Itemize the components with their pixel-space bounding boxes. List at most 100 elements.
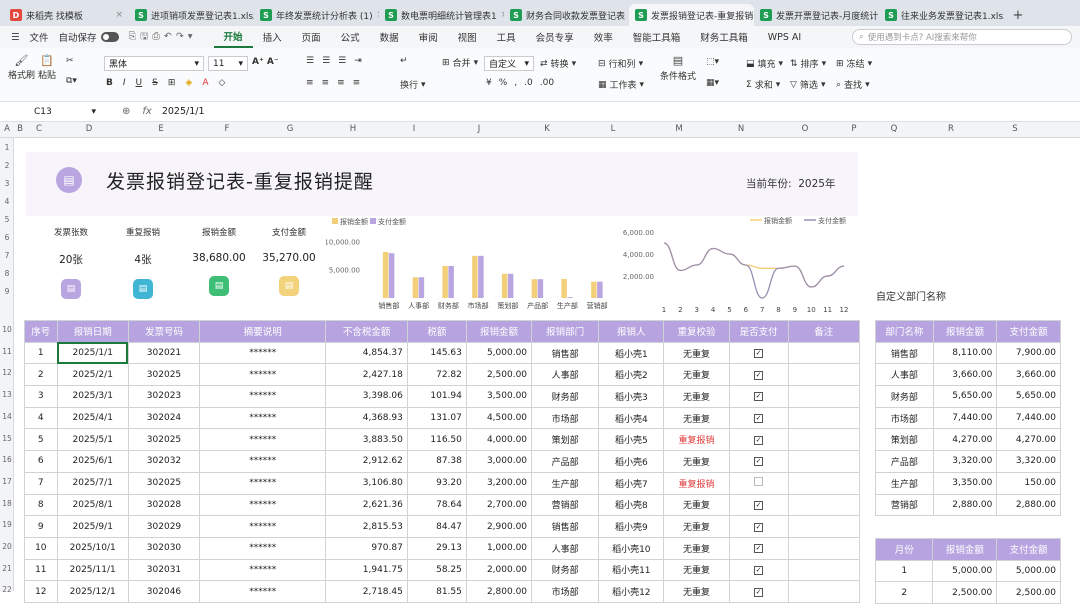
- column-header[interactable]: G: [258, 124, 322, 134]
- table-cell[interactable]: 3,660.00: [996, 363, 1061, 387]
- table-cell[interactable]: 2,500.00: [465, 363, 533, 387]
- sort-button[interactable]: ⇅ 排序 ▾: [790, 57, 826, 71]
- font-family-select[interactable]: 黑体 ▾: [104, 56, 204, 71]
- table-cell[interactable]: 1: [24, 341, 58, 365]
- number-buttons[interactable]: ¥%, .0 .00: [486, 78, 554, 88]
- find-button[interactable]: ⌕ 查找 ▾: [836, 78, 870, 92]
- table-cell[interactable]: 6: [24, 450, 58, 473]
- tab-6[interactable]: S发票报销登记表-重复报销×: [629, 4, 754, 26]
- table-cell[interactable]: 无重复: [663, 363, 730, 387]
- table-cell[interactable]: 财务部: [531, 558, 600, 582]
- column-header[interactable]: 报销金额: [932, 320, 998, 343]
- table-cell[interactable]: 2,500.00: [996, 581, 1061, 604]
- table-cell[interactable]: 市场部: [531, 406, 600, 430]
- table-cell[interactable]: 无重复: [663, 406, 730, 430]
- table-cell[interactable]: 131.07: [406, 406, 467, 430]
- paste-button[interactable]: 📋 粘贴: [38, 54, 56, 81]
- table-cell[interactable]: ******: [199, 536, 327, 560]
- decimal-icon[interactable]: .0: [524, 78, 533, 88]
- table-cell[interactable]: [787, 406, 861, 430]
- table-cell[interactable]: 销售部: [531, 341, 600, 365]
- table-cell[interactable]: 2,800.00: [465, 580, 533, 603]
- column-header[interactable]: 报销日期: [56, 320, 129, 343]
- table-cell[interactable]: 2025/9/1: [56, 515, 129, 538]
- menu-file[interactable]: 文件: [25, 26, 54, 48]
- table-cell[interactable]: ✓: [728, 450, 789, 473]
- table-cell[interactable]: 93.20: [406, 471, 467, 495]
- table-cell[interactable]: 2,000.00: [465, 558, 533, 582]
- menu-tab-13[interactable]: WPS AI: [758, 26, 811, 48]
- table-cell[interactable]: 2025/8/1: [56, 493, 129, 517]
- table-cell[interactable]: 2025/1/1: [56, 341, 129, 365]
- table-cell[interactable]: 稻小壳7: [598, 471, 665, 495]
- table-cell[interactable]: 3,500.00: [465, 385, 533, 408]
- table-cell[interactable]: 1,000.00: [465, 536, 533, 560]
- table-cell[interactable]: ✓: [728, 341, 789, 365]
- table-cell[interactable]: 84.47: [406, 515, 467, 538]
- table-cell[interactable]: 302032: [127, 450, 201, 473]
- align-center-icon[interactable]: ≡: [322, 78, 330, 88]
- table-cell[interactable]: 无重复: [663, 536, 730, 560]
- row-header[interactable]: 14: [0, 412, 14, 421]
- table-cell[interactable]: 产品部: [531, 450, 600, 473]
- column-header[interactable]: P: [840, 124, 868, 134]
- checkbox-icon[interactable]: ✓: [754, 500, 764, 510]
- table-cell[interactable]: 2,621.36: [325, 493, 408, 517]
- autosave-toggle[interactable]: 自动保存: [54, 26, 124, 48]
- table-cell[interactable]: 无重复: [663, 515, 730, 538]
- align-middle-icon[interactable]: ☰: [322, 56, 330, 66]
- table-cell[interactable]: 145.63: [406, 341, 467, 365]
- tab-5[interactable]: S财务合同收款发票登记表×: [504, 4, 629, 26]
- menu-tab-11[interactable]: 智能工具箱: [623, 26, 691, 48]
- table-cell[interactable]: 2025/6/1: [56, 450, 129, 473]
- table-cell[interactable]: 2: [24, 363, 58, 387]
- table-cell[interactable]: 1: [874, 559, 934, 583]
- table-cell[interactable]: 3,883.50: [325, 428, 408, 452]
- table-cell[interactable]: 无重复: [663, 558, 730, 582]
- row-header[interactable]: 15: [0, 434, 14, 443]
- column-header[interactable]: Q: [868, 124, 920, 134]
- table-cell[interactable]: [787, 493, 861, 517]
- table-cell[interactable]: 稻小壳1: [598, 341, 665, 365]
- tab-8[interactable]: S往来业务发票登记表1.xlsx×: [879, 4, 1004, 26]
- menu-tab-8[interactable]: 工具: [487, 26, 526, 48]
- checkbox-icon[interactable]: ✓: [754, 370, 764, 380]
- table-cell[interactable]: ******: [199, 450, 327, 473]
- search-input[interactable]: ⌕ 使用遇到卡点? AI搜索来帮你: [852, 29, 1072, 45]
- table-cell[interactable]: [787, 363, 861, 387]
- column-header[interactable]: R: [920, 124, 982, 134]
- table-cell[interactable]: 3,106.80: [325, 471, 408, 495]
- table-cell[interactable]: 2: [874, 581, 934, 604]
- column-header[interactable]: 报销金额: [932, 538, 998, 561]
- row-header[interactable]: 10: [0, 325, 14, 334]
- bold-icon[interactable]: B: [106, 78, 113, 88]
- table-cell[interactable]: 3,200.00: [465, 471, 533, 495]
- table-cell[interactable]: 无重复: [663, 580, 730, 603]
- table-cell[interactable]: 2025/7/1: [56, 471, 129, 495]
- tab-1[interactable]: D 来稻壳 找模板 ×: [4, 4, 129, 26]
- table-cell[interactable]: 2025/11/1: [56, 558, 129, 582]
- table-cell[interactable]: 4,500.00: [465, 406, 533, 430]
- table-cell[interactable]: 81.55: [406, 580, 467, 603]
- table-cell[interactable]: [787, 341, 861, 365]
- close-icon[interactable]: ×: [115, 10, 123, 20]
- row-header[interactable]: 5: [0, 215, 14, 224]
- eraser-icon[interactable]: ◇: [218, 78, 225, 88]
- table-cell[interactable]: 2,900.00: [465, 515, 533, 538]
- column-header[interactable]: 报销部门: [531, 320, 600, 343]
- table-cell[interactable]: 4,368.93: [325, 406, 408, 430]
- new-tab-button[interactable]: +: [1004, 4, 1032, 26]
- column-header[interactable]: S: [982, 124, 1048, 134]
- justify-icon[interactable]: ≡: [353, 78, 361, 88]
- table-cell[interactable]: 人事部: [531, 363, 600, 387]
- table-cell[interactable]: 2,880.00: [996, 493, 1061, 517]
- table-cell[interactable]: 58.25: [406, 558, 467, 582]
- indent-icon[interactable]: ⇥: [354, 56, 362, 66]
- halign-buttons[interactable]: ≡ ≡ ≡ ≡: [306, 78, 360, 88]
- table-cell[interactable]: 72.82: [406, 363, 467, 387]
- underline-icon[interactable]: U: [136, 78, 143, 88]
- column-header[interactable]: A: [0, 124, 14, 134]
- menu-tab-1[interactable]: 开始: [213, 26, 253, 48]
- table-cell[interactable]: 生产部: [875, 471, 934, 495]
- column-header[interactable]: 支付金额: [996, 320, 1061, 343]
